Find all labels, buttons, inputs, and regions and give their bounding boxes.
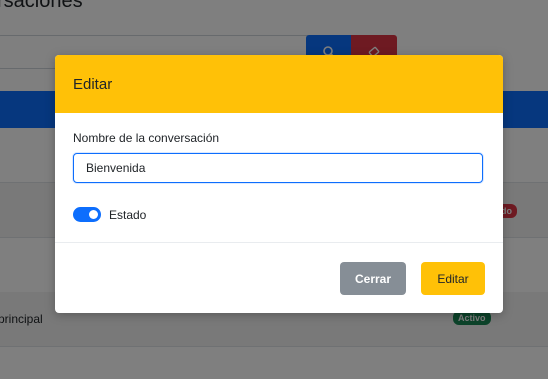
status-toggle-label: Estado <box>109 207 147 222</box>
conversation-name-input[interactable] <box>73 153 483 183</box>
modal-body: Nombre de la conversación <box>55 113 503 243</box>
edit-modal: Editar Nombre de la conversación Cerrar … <box>55 55 503 313</box>
edit-submit-button[interactable]: Editar <box>421 262 485 295</box>
close-button[interactable]: Cerrar <box>340 262 406 295</box>
conversation-name-label: Nombre de la conversación <box>73 131 220 145</box>
status-toggle-group: Estado <box>73 207 146 222</box>
status-toggle[interactable] <box>73 207 101 222</box>
modal-title: Editar <box>73 75 113 93</box>
modal-footer: Cerrar Editar <box>55 243 503 313</box>
modal-header: Editar <box>55 55 503 113</box>
toggle-knob <box>89 210 98 219</box>
